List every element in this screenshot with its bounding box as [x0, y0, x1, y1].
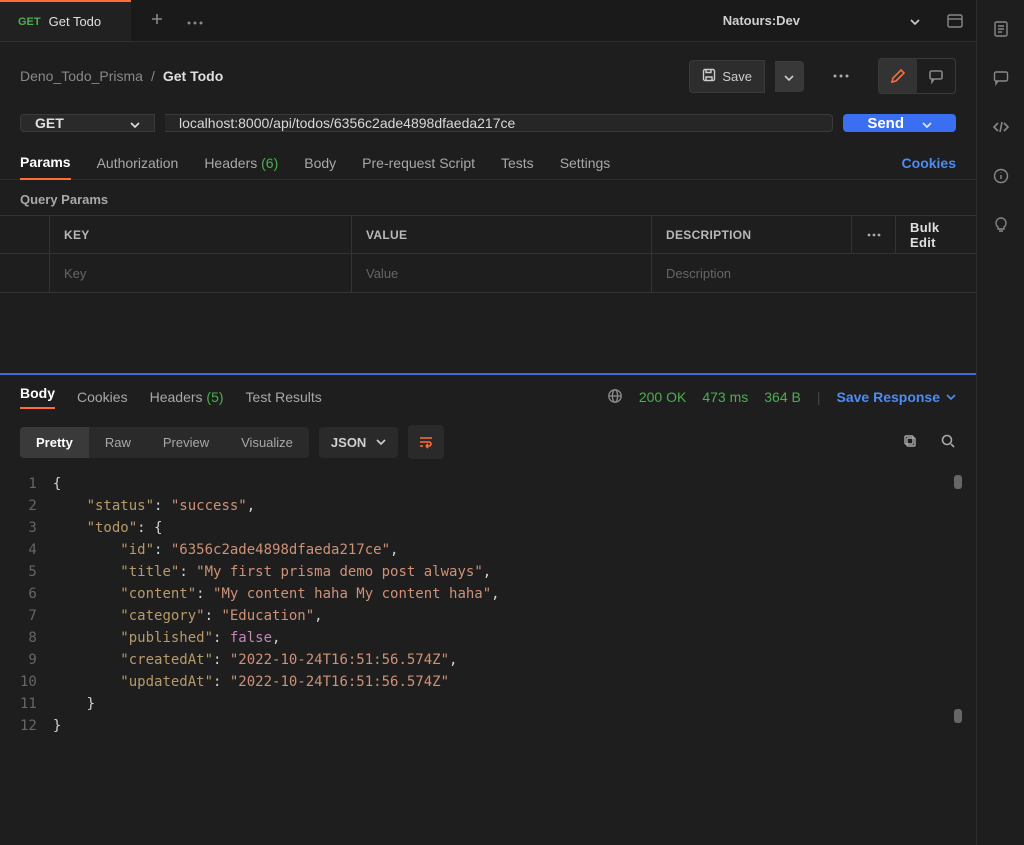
environment-selector[interactable]: Natours:Dev [709, 0, 934, 41]
resp-tab-test-results[interactable]: Test Results [246, 389, 322, 405]
response-size: 364 B [764, 389, 801, 405]
request-tabs: Params Authorization Headers (6) Body Pr… [0, 146, 976, 180]
tab-params[interactable]: Params [20, 146, 71, 180]
params-table: KEY VALUE DESCRIPTION Bulk Edit [0, 215, 976, 293]
save-response-button[interactable]: Save Response [837, 389, 957, 405]
search-icon[interactable] [940, 433, 956, 452]
param-desc-input[interactable] [666, 266, 962, 281]
status-code: 200 OK [639, 389, 686, 405]
comments-icon[interactable] [992, 69, 1010, 90]
tab-settings[interactable]: Settings [560, 147, 611, 179]
save-icon [702, 68, 716, 85]
resp-tab-headers[interactable]: Headers (5) [150, 389, 224, 405]
tab-headers[interactable]: Headers (6) [204, 147, 278, 179]
cookies-link[interactable]: Cookies [902, 155, 956, 171]
save-dropdown[interactable] [775, 61, 804, 92]
resp-tab-cookies[interactable]: Cookies [77, 389, 128, 405]
param-value-input[interactable] [366, 266, 637, 281]
environment-name: Natours:Dev [723, 13, 800, 28]
response-body-code[interactable]: 123456789101112 { "status": "success", "… [0, 469, 976, 845]
col-value: VALUE [352, 216, 652, 253]
code-icon[interactable] [992, 118, 1010, 139]
col-description: DESCRIPTION [652, 216, 852, 253]
new-tab-icon[interactable] [149, 11, 165, 30]
breadcrumb: Deno_Todo_Prisma / Get Todo [20, 68, 223, 84]
tab-overflow-icon[interactable] [187, 13, 203, 28]
scrollbar-thumb[interactable] [954, 709, 962, 723]
chevron-down-icon [922, 115, 932, 132]
right-sidebar [976, 0, 1024, 845]
tab-title: Get Todo [49, 14, 102, 29]
tab-get-todo[interactable]: GET Get Todo [0, 0, 131, 41]
request-more-icon[interactable] [824, 59, 858, 93]
column-options-icon[interactable] [852, 216, 896, 253]
view-preview[interactable]: Preview [147, 427, 225, 458]
table-row [0, 254, 976, 292]
tab-method: GET [18, 16, 41, 28]
tab-authorization[interactable]: Authorization [97, 147, 179, 179]
response-time: 473 ms [702, 389, 748, 405]
url-input[interactable] [165, 114, 833, 132]
tab-prerequest[interactable]: Pre-request Script [362, 147, 475, 179]
response-toolbar: Pretty Raw Preview Visualize JSON [0, 415, 976, 469]
request-header-row: Deno_Todo_Prisma / Get Todo Save [0, 42, 976, 110]
send-button[interactable]: Send [843, 114, 956, 132]
send-label: Send [867, 115, 904, 132]
comment-mode-button[interactable] [917, 59, 955, 93]
network-icon[interactable] [607, 388, 623, 407]
param-key-input[interactable] [64, 266, 337, 281]
resp-tab-body[interactable]: Body [20, 385, 55, 409]
tab-bar: GET Get Todo Natours:Dev [0, 0, 976, 42]
breadcrumb-current: Get Todo [163, 68, 223, 84]
view-raw[interactable]: Raw [89, 427, 147, 458]
view-visualize[interactable]: Visualize [225, 427, 309, 458]
view-pretty[interactable]: Pretty [20, 427, 89, 458]
format-select[interactable]: JSON [319, 427, 398, 458]
documentation-icon[interactable] [992, 20, 1010, 41]
lightbulb-icon[interactable] [992, 216, 1010, 237]
chevron-down-icon [130, 115, 140, 131]
response-view-mode: Pretty Raw Preview Visualize [20, 427, 309, 458]
save-button[interactable]: Save [689, 60, 765, 93]
chevron-down-icon [910, 13, 920, 28]
copy-icon[interactable] [902, 433, 918, 452]
url-row: GET Send [0, 110, 976, 146]
col-key: KEY [50, 216, 352, 253]
builder-mode-button[interactable] [879, 59, 917, 93]
wrap-lines-button[interactable] [408, 425, 444, 459]
query-params-label: Query Params [0, 180, 976, 215]
tab-tests[interactable]: Tests [501, 147, 534, 179]
line-gutter: 123456789101112 [20, 473, 53, 825]
info-icon[interactable] [992, 167, 1010, 188]
http-method-select[interactable]: GET [20, 114, 155, 132]
breadcrumb-parent[interactable]: Deno_Todo_Prisma [20, 68, 143, 84]
breadcrumb-sep: / [151, 68, 155, 84]
response-tabs: Body Cookies Headers (5) Test Results 20… [0, 375, 976, 415]
save-label: Save [722, 69, 752, 84]
view-mode-toggle [878, 58, 956, 94]
http-method-label: GET [35, 115, 64, 131]
environment-quicklook-icon[interactable] [934, 0, 976, 41]
tab-body[interactable]: Body [304, 147, 336, 179]
response-panel: Body Cookies Headers (5) Test Results 20… [0, 373, 976, 845]
scrollbar-thumb[interactable] [954, 475, 962, 489]
bulk-edit-button[interactable]: Bulk Edit [896, 216, 976, 253]
